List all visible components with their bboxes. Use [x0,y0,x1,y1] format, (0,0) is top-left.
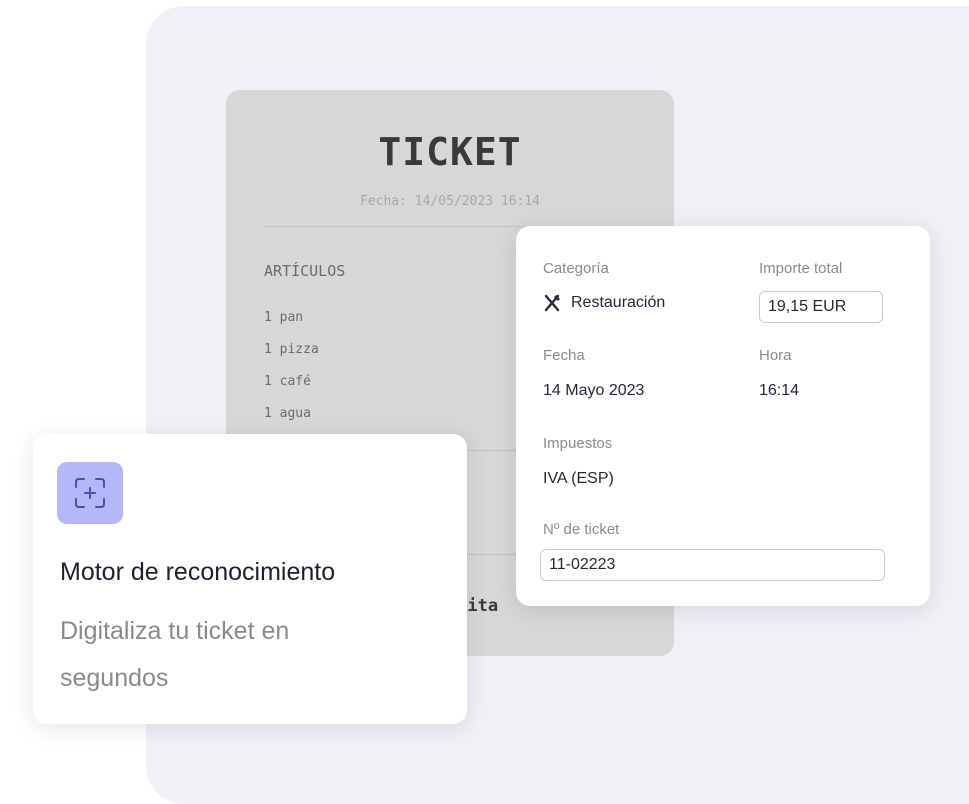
ticket-number-field[interactable]: 11-02223 [540,549,885,581]
receipt-item: 1 pizza [264,342,319,357]
receipt-section-heading: ARTÍCULOS [264,262,346,280]
extracted-data-card: Categoría Restauración Importe total 19,… [516,226,930,606]
receipt-title: TICKET [378,130,522,174]
time-value: 16:14 [759,382,800,399]
scan-plus-glyph [75,478,105,508]
date-label: Fecha [543,347,585,364]
receipt-item-list: 1 pan 1 pizza 1 café 1 agua [264,308,319,436]
tax-label: Impuestos [543,435,613,452]
receipt-item: 1 café [264,374,311,389]
feature-card: Motor de reconocimiento Digitaliza tu ti… [33,434,467,724]
cutlery-icon [544,294,560,312]
ticket-number-label: Nº de ticket [543,521,620,538]
scan-plus-icon [57,462,123,524]
receipt-item: 1 pan [264,310,304,325]
total-amount-field[interactable]: 19,15 EUR [759,291,883,323]
receipt-date: Fecha: 14/05/2023 16:14 [359,194,540,209]
category-value-text: Restauración [571,294,666,312]
feature-title: Motor de reconocimiento [60,558,336,586]
category-value: Restauración [543,294,665,312]
category-label: Categoría [543,260,609,277]
total-amount-label: Importe total [759,260,843,277]
feature-description: Digitaliza tu ticket en segundos [60,617,290,692]
receipt-item: 1 agua [264,406,311,421]
time-label: Hora [759,347,792,364]
date-value: 14 Mayo 2023 [543,382,645,399]
tax-value: IVA (ESP) [543,470,614,487]
